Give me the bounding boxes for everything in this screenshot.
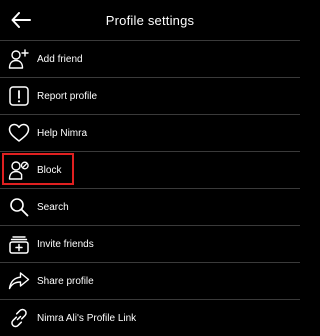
menu-item-label: Add friend bbox=[37, 53, 83, 65]
menu-item-label: Report profile bbox=[37, 90, 98, 102]
settings-menu: Add friend Report profile Help Nimra Blo… bbox=[0, 41, 300, 336]
menu-item-help-nimra[interactable]: Help Nimra bbox=[0, 115, 300, 152]
block-user-icon bbox=[8, 159, 30, 181]
menu-item-add-friend[interactable]: Add friend bbox=[0, 41, 300, 78]
invite-icon bbox=[8, 233, 30, 255]
menu-item-block[interactable]: Block bbox=[0, 152, 300, 189]
heart-icon bbox=[8, 122, 30, 144]
menu-item-share-profile[interactable]: Share profile bbox=[0, 263, 300, 300]
menu-item-profile-link[interactable]: Nimra Ali's Profile Link bbox=[0, 300, 300, 336]
profile-settings-screen: Profile settings Add friend Report profi… bbox=[0, 0, 300, 336]
menu-item-search[interactable]: Search bbox=[0, 189, 300, 226]
menu-item-label: Invite friends bbox=[37, 238, 94, 250]
link-icon bbox=[8, 307, 30, 329]
menu-item-invite-friends[interactable]: Invite friends bbox=[0, 226, 300, 263]
back-button[interactable] bbox=[8, 8, 34, 32]
add-user-icon bbox=[8, 48, 30, 70]
menu-item-label: Block bbox=[37, 164, 62, 176]
header-bar: Profile settings bbox=[0, 0, 300, 41]
menu-item-label: Search bbox=[37, 201, 69, 213]
share-icon bbox=[8, 270, 30, 292]
arrow-left-icon bbox=[11, 12, 31, 28]
search-icon bbox=[8, 196, 30, 218]
menu-item-report-profile[interactable]: Report profile bbox=[0, 78, 300, 115]
menu-item-label: Nimra Ali's Profile Link bbox=[37, 312, 137, 324]
menu-item-label: Help Nimra bbox=[37, 127, 88, 139]
menu-item-label: Share profile bbox=[37, 275, 94, 287]
alert-box-icon bbox=[8, 85, 30, 107]
page-title: Profile settings bbox=[105, 12, 195, 28]
